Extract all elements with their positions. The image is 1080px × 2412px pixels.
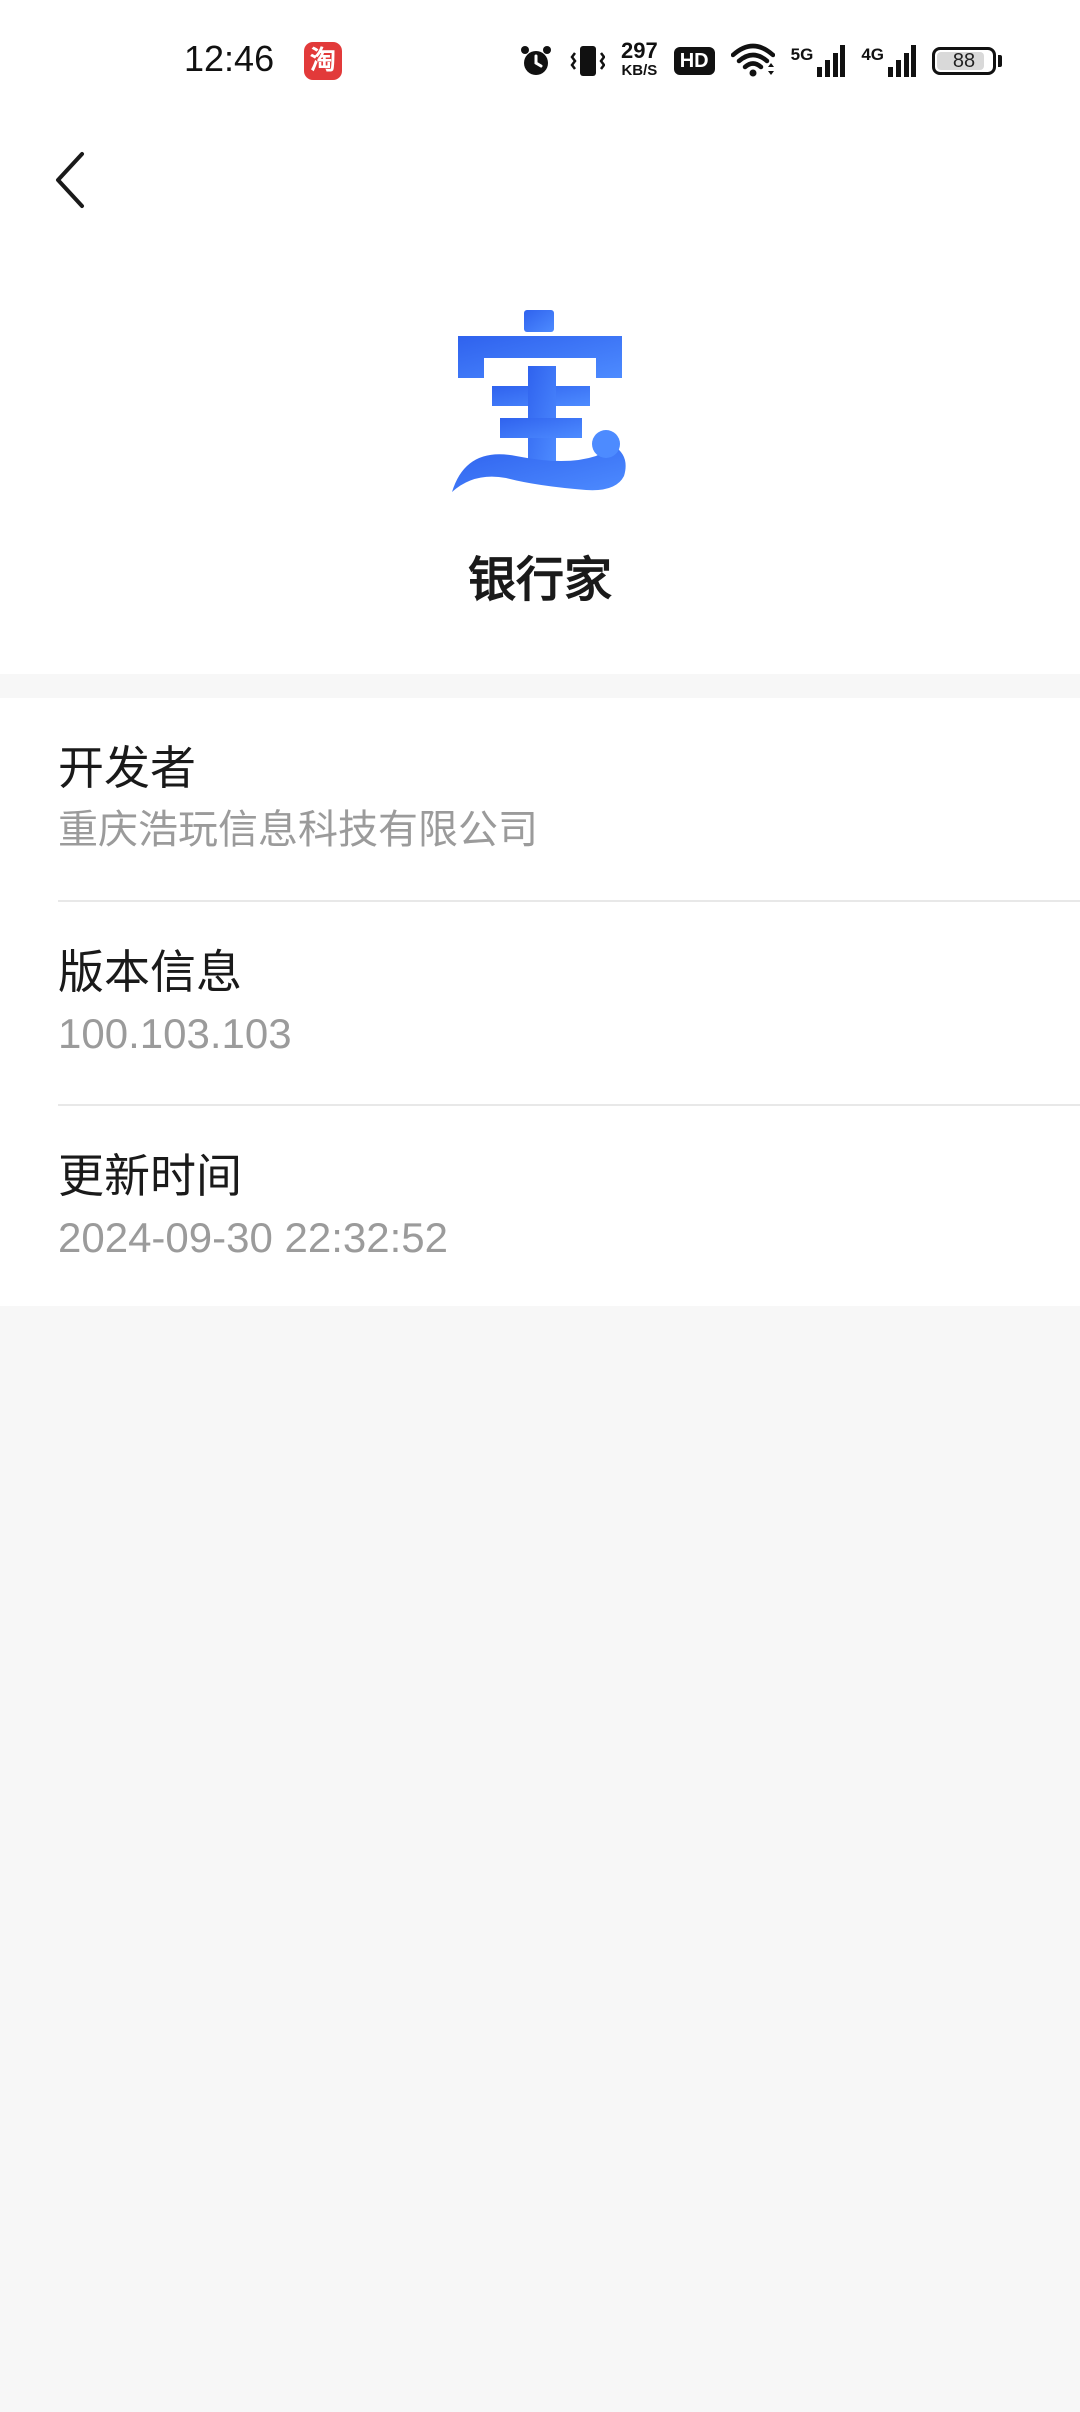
info-item-update-time: 更新时间 2024-09-30 22:32:52 [58,1104,1080,1308]
battery-icon: 88 [932,47,996,75]
info-item-developer: 开发者 重庆浩玩信息科技有限公司 [0,698,1080,900]
info-label: 开发者 [58,741,196,795]
vibrate-icon [570,46,606,76]
info-label: 版本信息 [58,945,242,999]
status-bar: 12:46 淘 297 KB/S HD 5G 4G 88 [0,0,1080,120]
signal-4g: 4G [861,45,916,77]
hd-voice-icon: HD [673,47,715,75]
network-speed: 297 KB/S [621,38,658,81]
info-label: 更新时间 [58,1149,242,1203]
app-header: 银行家 [0,120,1080,674]
info-item-version: 版本信息 100.103.103 [58,900,1080,1104]
app-logo-icon [452,310,626,492]
taobao-notification-icon: 淘 [304,42,342,80]
app-name: 银行家 [467,552,612,608]
signal-bars-icon [888,45,916,77]
status-icons: 297 KB/S HD 5G 4G 88 [519,36,1002,86]
alarm-icon [521,46,552,75]
signal-4g-label: 4G [861,45,884,64]
back-button[interactable] [30,130,110,230]
chevron-left-icon [56,152,84,208]
info-value: 100.103.103 [58,1010,292,1057]
signal-5g-label: 5G [790,45,814,64]
network-speed-unit: KB/S [621,62,658,79]
battery-tip [998,55,1002,67]
info-value: 2024-09-30 22:32:52 [58,1214,448,1261]
wifi-icon [730,43,775,77]
app-info-list: 开发者 重庆浩玩信息科技有限公司 版本信息 100.103.103 更新时间 2… [0,698,1080,1306]
battery-level: 88 [952,50,976,72]
info-value: 重庆浩玩信息科技有限公司 [58,807,538,853]
status-time: 12:46 [184,38,275,79]
signal-bars-icon [817,45,846,77]
network-speed-value: 297 [621,38,658,63]
signal-5g: 5G [791,45,846,77]
